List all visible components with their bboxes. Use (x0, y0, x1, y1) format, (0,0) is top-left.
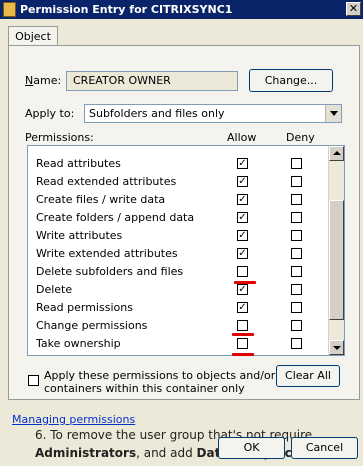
allow-checkbox[interactable]: ✓ (237, 158, 248, 169)
background-text-mid: , and add (136, 446, 197, 460)
apply-to-label: Apply to: (25, 107, 75, 120)
scroll-down-button[interactable] (329, 340, 344, 355)
chevron-down-icon[interactable] (325, 105, 341, 122)
permission-name: Write attributes (36, 229, 123, 242)
permission-name: Read permissions (36, 301, 133, 314)
permission-row: Read attributes ✓ (28, 155, 328, 173)
cancel-label: Cancel (305, 441, 344, 454)
deny-checkbox[interactable] (291, 230, 302, 241)
arrow-down-icon (333, 346, 341, 350)
title-bar: Permission Entry for CITRIXSYNC1 ✕ (0, 0, 363, 19)
permission-row: Create files / write data ✓ (28, 191, 328, 209)
annotation-mark (234, 281, 256, 284)
annotation-mark (232, 353, 254, 356)
name-field: CREATOR OWNER (66, 71, 238, 91)
deny-checkbox[interactable] (291, 302, 302, 313)
permission-row: Write attributes ✓ (28, 227, 328, 245)
allow-checkbox[interactable] (237, 266, 248, 277)
window-title: Permission Entry for CITRIXSYNC1 (20, 3, 233, 16)
permission-name: Create folders / append data (36, 211, 195, 224)
allow-column-header: Allow (227, 131, 257, 144)
deny-checkbox[interactable] (291, 320, 302, 331)
allow-checkbox[interactable]: ✓ (237, 284, 248, 295)
permission-row: Change permissions (28, 317, 328, 335)
folder-icon (3, 2, 16, 17)
allow-checkbox[interactable]: ✓ (237, 248, 248, 259)
clear-all-button[interactable]: Clear All (276, 365, 340, 387)
allow-checkbox[interactable] (237, 320, 248, 331)
background-text-bold-1: Administrators (35, 446, 137, 460)
tab-object[interactable]: Object (8, 26, 58, 46)
allow-checkbox[interactable] (237, 338, 248, 349)
permission-name: Write extended attributes (36, 247, 178, 260)
managing-permissions-link[interactable]: Managing permissions (12, 413, 135, 426)
change-button[interactable]: Change... (249, 69, 333, 92)
deny-checkbox[interactable] (291, 284, 302, 295)
deny-column-header: Deny (286, 131, 315, 144)
deny-checkbox[interactable] (291, 338, 302, 349)
permission-row: Read permissions ✓ (28, 299, 328, 317)
permission-row: Delete subfolders and files (28, 263, 328, 281)
permission-name: Delete subfolders and files (36, 265, 184, 278)
cancel-button[interactable]: Cancel (291, 437, 358, 459)
deny-checkbox[interactable] (291, 194, 302, 205)
permission-name: Read attributes (36, 157, 121, 170)
deny-checkbox[interactable] (291, 266, 302, 277)
arrow-up-icon (333, 151, 341, 155)
ok-label: OK (243, 441, 260, 454)
scroll-thumb[interactable] (329, 200, 344, 320)
permission-name: Take ownership (36, 337, 121, 350)
change-button-label: Change... (264, 74, 318, 87)
allow-checkbox[interactable]: ✓ (237, 230, 248, 241)
deny-checkbox[interactable] (291, 158, 302, 169)
apply-these-permissions-checkbox[interactable] (28, 375, 39, 386)
clear-all-label: Clear All (285, 369, 331, 382)
deny-checkbox[interactable] (291, 212, 302, 223)
allow-checkbox[interactable]: ✓ (237, 212, 248, 223)
scrollbar[interactable] (328, 146, 344, 355)
scroll-up-button[interactable] (329, 146, 344, 161)
permission-row: Create folders / append data ✓ (28, 209, 328, 227)
name-label: Name: (25, 74, 62, 87)
permission-name: Create files / write data (36, 193, 166, 206)
permissions-label: Permissions: (25, 131, 94, 144)
allow-checkbox[interactable]: ✓ (237, 302, 248, 313)
allow-checkbox[interactable]: ✓ (237, 176, 248, 187)
permissions-list[interactable]: Read attributes ✓ Read extended attributes… (27, 145, 345, 356)
apply-to-select[interactable]: Subfolders and files only (84, 104, 342, 123)
permission-name: Read extended attributes (36, 175, 177, 188)
apply-checkbox-label-1: Apply these permissions to objects and/o… (44, 369, 276, 382)
deny-checkbox[interactable] (291, 248, 302, 259)
ok-button[interactable]: OK (218, 437, 285, 459)
apply-to-value: Subfolders and files only (89, 107, 225, 120)
allow-checkbox[interactable]: ✓ (237, 194, 248, 205)
permission-name: Delete (36, 283, 73, 296)
apply-checkbox-label-2: containers within this container only (44, 382, 245, 395)
permission-row: Write extended attributes ✓ (28, 245, 328, 263)
permission-name: Change permissions (36, 319, 148, 332)
deny-checkbox[interactable] (291, 176, 302, 187)
permission-row: Delete ✓ (28, 281, 328, 299)
permission-row: Take ownership (28, 335, 328, 353)
close-button[interactable]: ✕ (346, 2, 361, 16)
permission-row: Read extended attributes ✓ (28, 173, 328, 191)
annotation-mark (232, 333, 254, 336)
